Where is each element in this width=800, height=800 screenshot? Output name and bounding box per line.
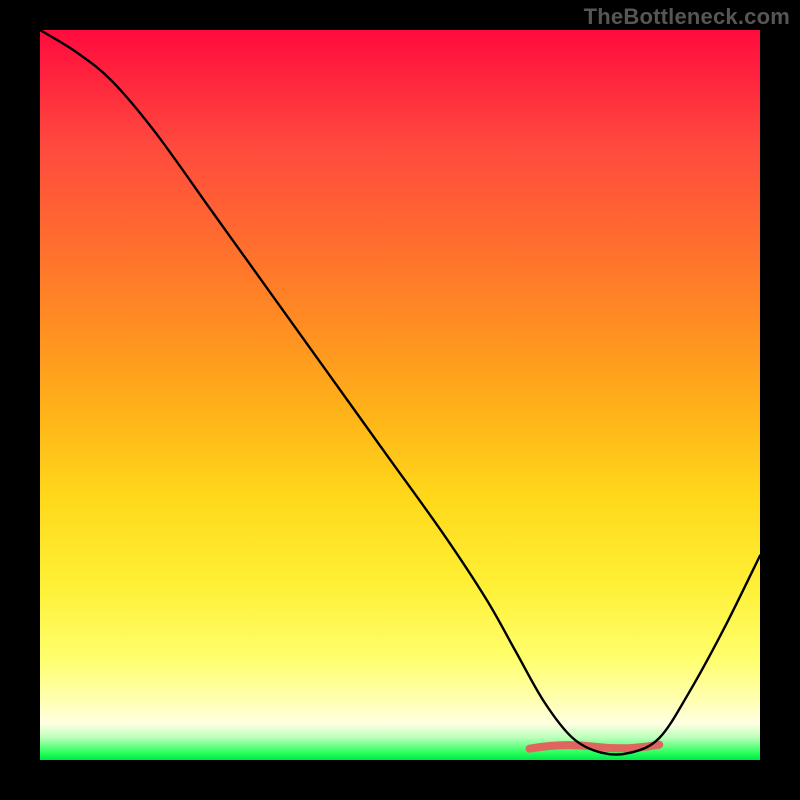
- attribution-label: TheBottleneck.com: [584, 4, 790, 30]
- valley-highlight-path: [530, 745, 660, 749]
- chart-container: TheBottleneck.com: [0, 0, 800, 800]
- curve-svg: [40, 30, 760, 760]
- plot-area: [40, 30, 760, 760]
- bottleneck-curve-path: [40, 30, 760, 755]
